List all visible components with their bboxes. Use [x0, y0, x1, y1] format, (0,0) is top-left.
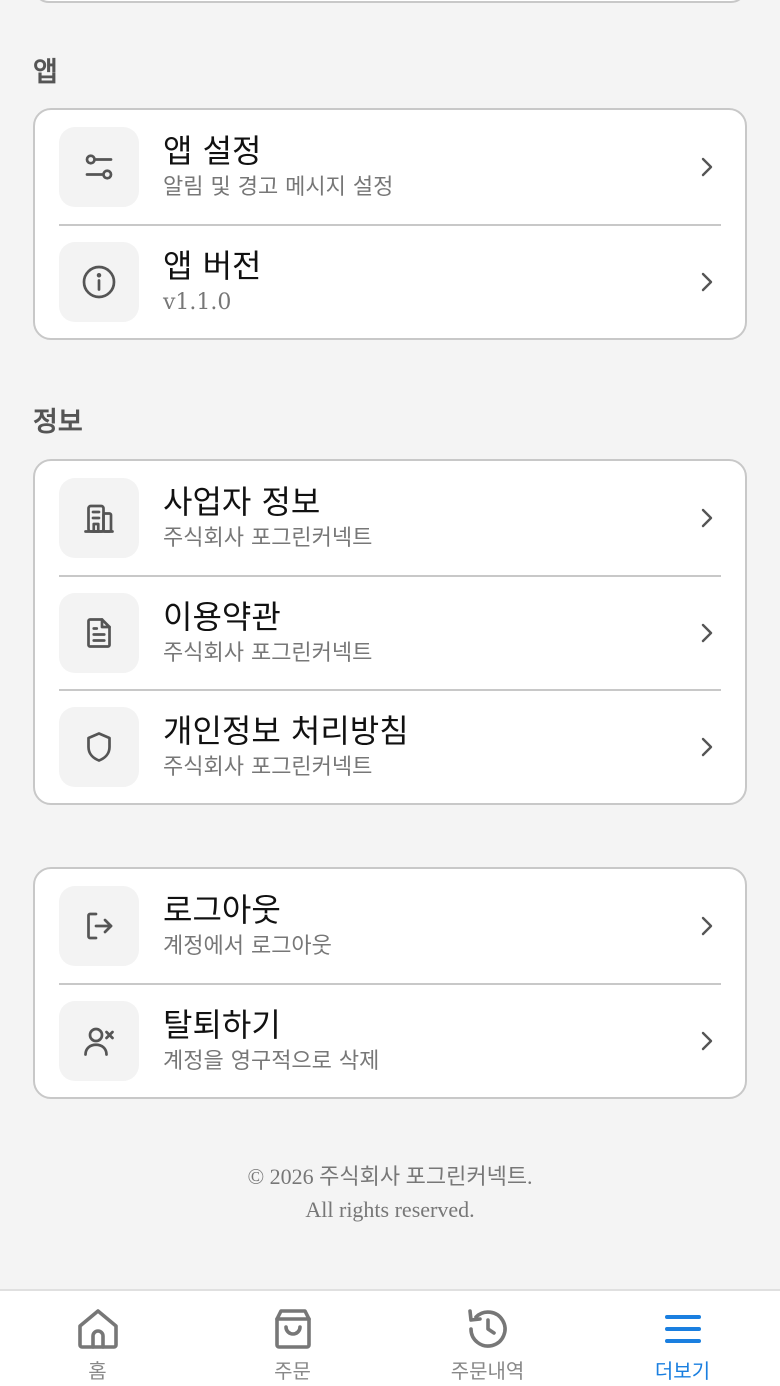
document-icon [59, 593, 139, 673]
row-title: 개인정보 처리방침 [163, 712, 409, 750]
app-settings-row[interactable]: 앱 설정 알림 및 경고 메시지 설정 [59, 110, 721, 224]
row-subtitle: 주식회사 포그린커넥트 [163, 641, 373, 666]
shield-icon [59, 707, 139, 787]
row-subtitle: 주식회사 포그린커넥트 [163, 526, 373, 551]
nav-order-history[interactable]: 주문내역 [390, 1291, 585, 1386]
privacy-policy-row[interactable]: 개인정보 처리방침 주식회사 포그린커넥트 [59, 689, 721, 803]
row-subtitle: 계정을 영구적으로 삭제 [163, 1049, 380, 1074]
shopping-bag-icon [274, 1309, 311, 1349]
chevron-right-icon [701, 272, 713, 292]
info-icon [59, 242, 139, 322]
row-title: 앱 버전 [163, 247, 262, 285]
chevron-right-icon [701, 916, 713, 936]
bottom-navigation: 홈 주문 주문내역 더보기 [0, 1289, 780, 1386]
row-subtitle: v1.1.0 [163, 290, 232, 315]
row-title: 로그아웃 [163, 891, 281, 929]
chevron-right-icon [701, 737, 713, 757]
terms-row[interactable]: 이용약관 주식회사 포그린커넥트 [59, 575, 721, 689]
row-title: 탈퇴하기 [163, 1006, 281, 1044]
section-title-app: 앱 [33, 57, 58, 88]
business-info-row[interactable]: 사업자 정보 주식회사 포그린커넥트 [59, 461, 721, 575]
row-title: 앱 설정 [163, 132, 262, 170]
nav-order[interactable]: 주문 [195, 1291, 390, 1386]
sliders-icon [59, 127, 139, 207]
nav-label: 주문 [274, 1359, 311, 1383]
account-card: 로그아웃 계정에서 로그아웃 탈퇴하기 계정을 영구적으로 삭제 [33, 867, 747, 1099]
building-icon [59, 478, 139, 558]
home-icon [77, 1309, 118, 1349]
copyright-footer: © 2026 주식회사 포그린커넥트. All rights reserved. [0, 1160, 780, 1226]
logout-icon [59, 886, 139, 966]
row-title: 이용약관 [163, 598, 281, 636]
chevron-right-icon [701, 623, 713, 643]
nav-label: 더보기 [654, 1359, 711, 1383]
nav-label: 주문내역 [450, 1359, 525, 1383]
rights-line: All rights reserved. [305, 1197, 475, 1222]
logout-row[interactable]: 로그아웃 계정에서 로그아웃 [59, 869, 721, 983]
chevron-right-icon [701, 508, 713, 528]
user-remove-icon [59, 1001, 139, 1081]
previous-card-bottom [33, 0, 747, 3]
history-icon [467, 1309, 507, 1348]
chevron-right-icon [701, 1031, 713, 1051]
nav-home[interactable]: 홈 [0, 1291, 195, 1386]
menu-icon [664, 1315, 701, 1343]
row-title: 사업자 정보 [163, 483, 321, 521]
nav-more[interactable]: 더보기 [585, 1291, 780, 1386]
info-card: 사업자 정보 주식회사 포그린커넥트 이용약관 주식회사 포그린커넥트 개인정보… [33, 459, 747, 805]
row-subtitle: 주식회사 포그린커넥트 [163, 755, 373, 780]
copyright-line: © 2026 주식회사 포그린커넥트. [247, 1164, 533, 1189]
app-version-row[interactable]: 앱 버전 v1.1.0 [59, 224, 721, 338]
nav-label: 홈 [88, 1359, 107, 1383]
row-subtitle: 계정에서 로그아웃 [163, 934, 332, 959]
chevron-right-icon [701, 157, 713, 177]
app-card: 앱 설정 알림 및 경고 메시지 설정 앱 버전 v1.1.0 [33, 108, 747, 340]
withdraw-row[interactable]: 탈퇴하기 계정을 영구적으로 삭제 [59, 983, 721, 1097]
row-subtitle: 알림 및 경고 메시지 설정 [163, 175, 394, 200]
section-title-info: 정보 [33, 407, 83, 438]
